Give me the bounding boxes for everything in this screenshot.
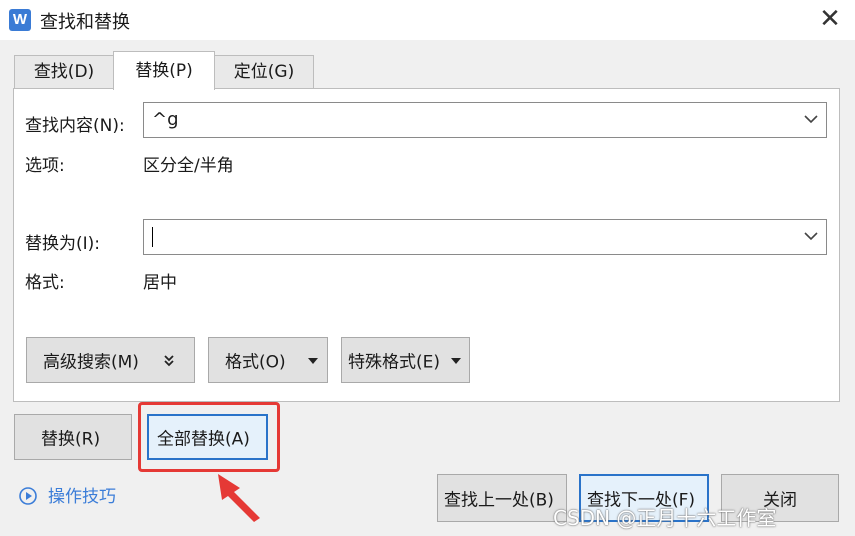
format-button-label: 格式(O): [225, 352, 286, 373]
annotation-highlight-box: [138, 402, 280, 472]
find-label: 查找内容(N):: [25, 116, 125, 136]
chevron-down-icon[interactable]: [802, 226, 820, 246]
text-cursor: [152, 227, 153, 247]
format-value: 居中: [143, 273, 177, 293]
options-label: 选项:: [25, 156, 65, 176]
special-format-button[interactable]: 特殊格式(E): [341, 337, 470, 383]
find-input[interactable]: ^g: [143, 102, 827, 138]
find-previous-label: 查找上一处(B): [444, 490, 554, 511]
find-value: ^g: [152, 109, 179, 130]
replace-button-label: 替换(R): [41, 429, 101, 450]
play-circle-icon: [19, 487, 37, 505]
double-chevron-down-icon: [164, 355, 174, 367]
dropdown-arrow-icon: [308, 358, 318, 364]
replace-input[interactable]: [143, 219, 827, 255]
watermark: CSDN @正月十六工作室: [553, 506, 777, 530]
options-value: 区分全/半角: [143, 156, 234, 176]
annotation-arrow-icon: [218, 474, 260, 522]
chevron-down-icon[interactable]: [802, 109, 820, 129]
dropdown-arrow-icon: [451, 358, 461, 364]
tips-label: 操作技巧: [48, 487, 116, 507]
replace-button[interactable]: 替换(R): [14, 414, 132, 460]
replace-label: 替换为(I):: [25, 234, 101, 254]
find-previous-button[interactable]: 查找上一处(B): [437, 474, 567, 522]
advanced-search-label: 高级搜索(M): [43, 352, 139, 373]
format-button[interactable]: 格式(O): [208, 337, 328, 383]
advanced-search-button[interactable]: 高级搜索(M): [26, 337, 195, 383]
format-label: 格式:: [25, 273, 65, 293]
special-format-label: 特殊格式(E): [348, 352, 441, 373]
